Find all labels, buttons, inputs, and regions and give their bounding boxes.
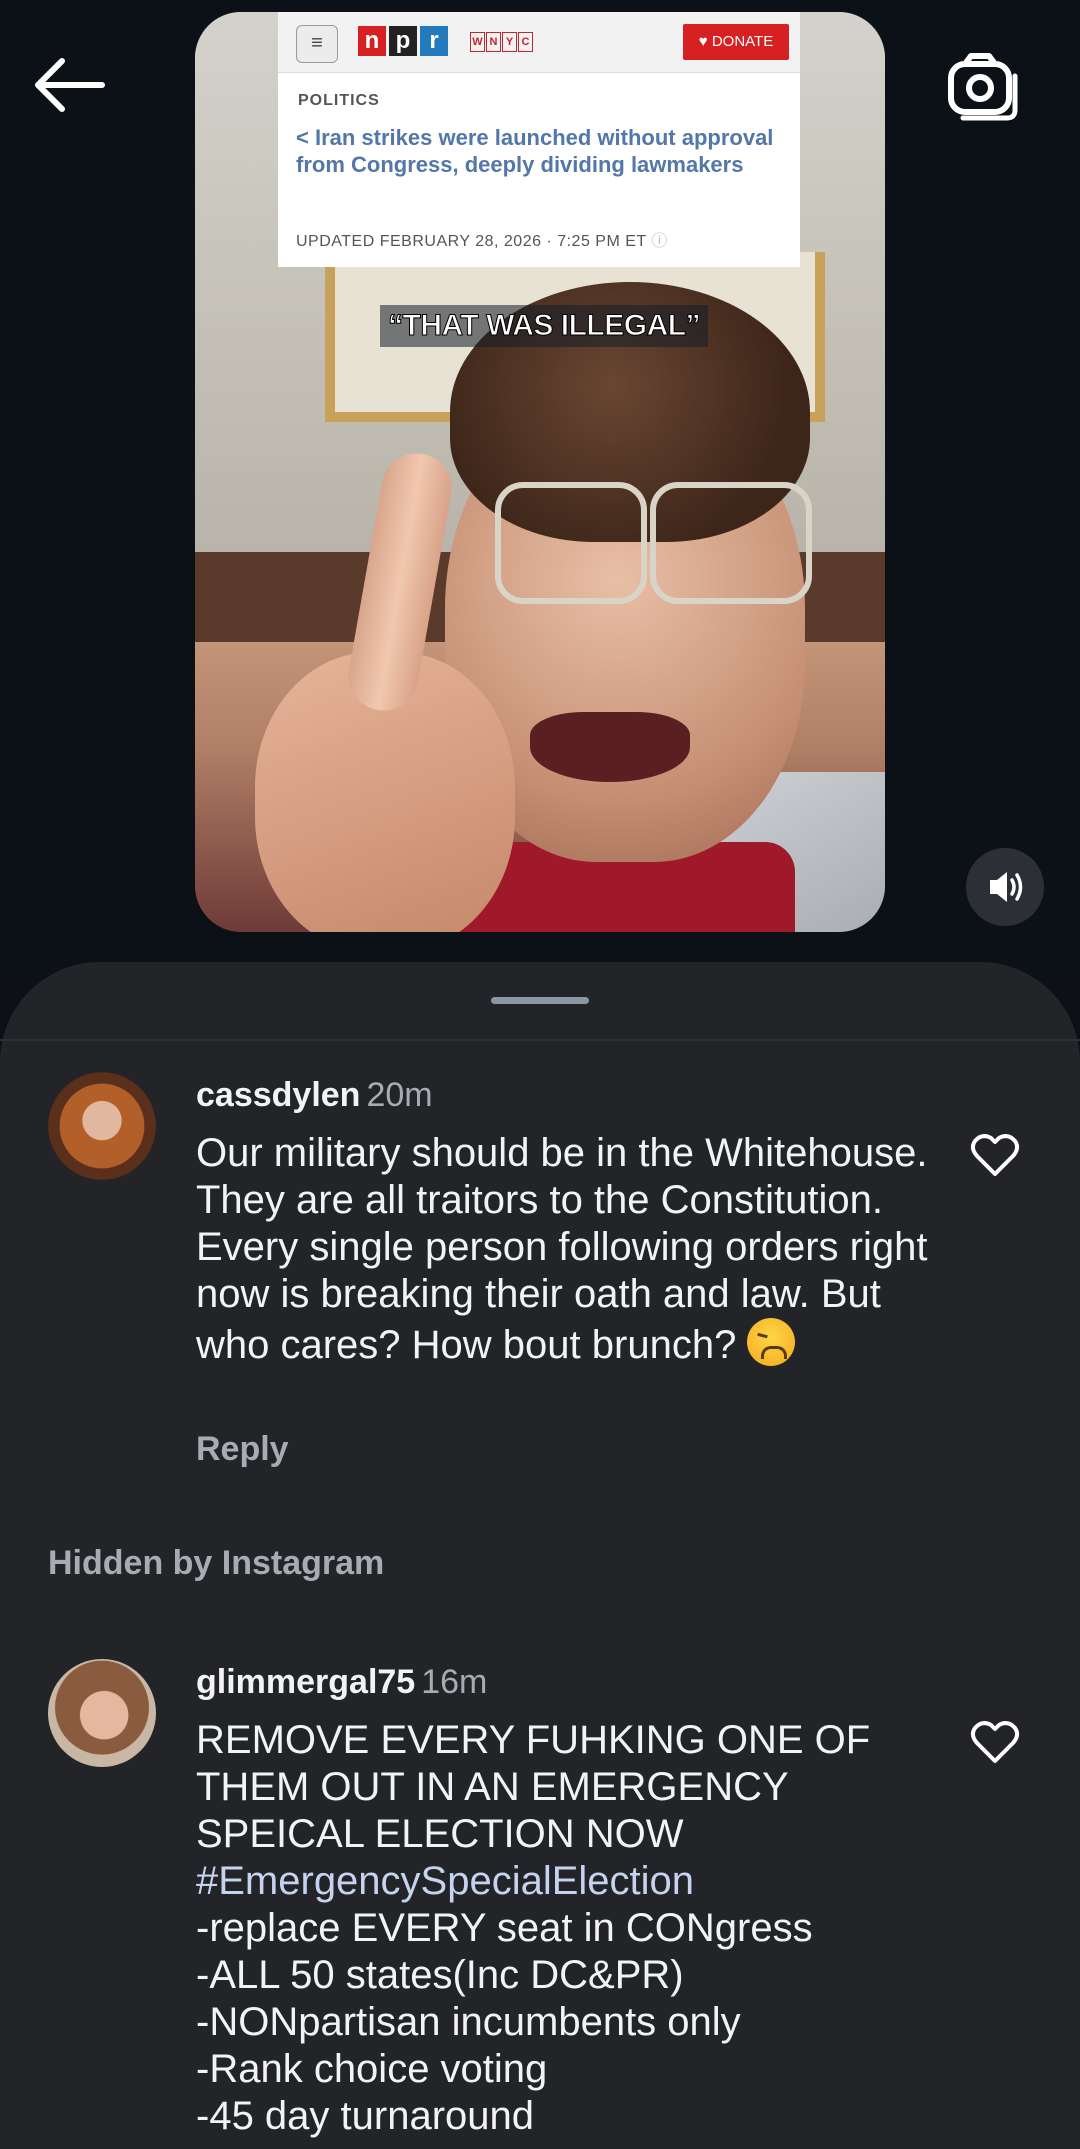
hamburger-menu-icon: ≡ (296, 25, 338, 63)
reply-button[interactable]: Reply (196, 1430, 289, 1469)
article-headline: < Iran strikes were launched without app… (296, 125, 774, 177)
arrow-left-icon[interactable] (30, 55, 110, 115)
npr-logo: n p r (358, 26, 448, 56)
person-mouth (530, 712, 690, 782)
avatar[interactable] (48, 1659, 156, 1767)
speaker-on-icon[interactable] (966, 848, 1044, 926)
comment-text: REMOVE EVERY FUHKING ONE OF THEM OUT IN … (196, 1717, 936, 2140)
article-category: POLITICS (298, 92, 380, 109)
weary-face-icon (747, 1318, 796, 1366)
video-caption: “THAT WAS ILLEGAL” (380, 305, 709, 347)
news-article-overlay: ≡ n p r W N Y C ♥ DONATE POLITICS < Iran… (278, 12, 800, 267)
video-viewer-area: ≡ n p r W N Y C ♥ DONATE POLITICS < Iran… (0, 0, 1080, 980)
reel-video[interactable]: ≡ n p r W N Y C ♥ DONATE POLITICS < Iran… (195, 12, 885, 932)
avatar[interactable] (48, 1072, 156, 1180)
glasses-left-lens (495, 482, 647, 604)
news-site-header: ≡ n p r W N Y C ♥ DONATE (278, 12, 800, 73)
hidden-by-instagram-note[interactable]: Hidden by Instagram (48, 1544, 384, 1583)
comment-username[interactable]: cassdylen 20m (196, 1076, 433, 1115)
article-updated: UPDATED FEBRUARY 28, 2026 · 7:25 PM ET ⓘ (296, 233, 668, 250)
glasses-right-lens (650, 482, 812, 604)
donate-badge: ♥ DONATE (683, 24, 789, 60)
camera-icon[interactable] (945, 52, 1021, 122)
comment-username[interactable]: glimmergal75 16m (196, 1663, 487, 1702)
comment-time: 16m (421, 1663, 488, 1701)
heart-icon[interactable] (970, 1132, 1020, 1178)
heart-icon[interactable] (970, 1719, 1020, 1765)
sheet-divider (0, 1039, 1080, 1041)
wnyc-logo: W N Y C (470, 32, 533, 52)
hashtag-link[interactable]: #EmergencySpecialElection (196, 1858, 936, 1905)
sheet-drag-handle[interactable] (491, 997, 589, 1004)
comments-sheet: cassdylen 20m Our military should be in t… (0, 962, 1080, 2149)
comment-text: Our military should be in the Whitehouse… (196, 1131, 928, 1367)
comment-time: 20m (366, 1076, 433, 1114)
